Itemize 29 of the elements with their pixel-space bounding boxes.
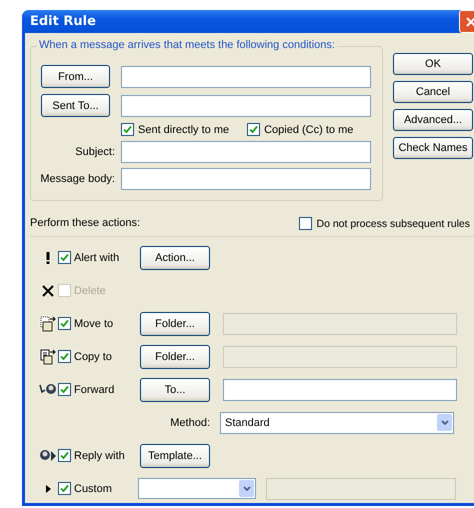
dialog-button[interactable]: Advanced...	[393, 109, 473, 131]
group-legend: When a message arrives that meets the following conditions:	[37, 39, 337, 51]
checkbox-label: Copied (Cc) to me	[264, 124, 354, 136]
dropdown-value: Standard	[225, 416, 270, 428]
action-label: Custom	[74, 482, 113, 494]
checkbox-label: Do not process subsequent rules	[316, 218, 470, 230]
action-label: Delete	[74, 284, 107, 296]
field-label: Subject:	[74, 146, 115, 158]
action-label: Forward	[74, 384, 116, 396]
checkbox-label: Sent directly to me	[138, 124, 230, 136]
action-label: Reply with	[74, 450, 126, 462]
dialog-button[interactable]: Cancel	[393, 81, 473, 103]
dialog-button[interactable]: Check Names	[393, 137, 473, 159]
action-label: Alert with	[74, 252, 120, 264]
action-button[interactable]: Action...	[140, 246, 210, 270]
action-button[interactable]: Folder...	[140, 344, 210, 368]
method-dropdown[interactable]: Standard	[220, 412, 454, 434]
window-title: Edit Rule	[30, 14, 96, 29]
action-button[interactable]: To...	[140, 378, 210, 402]
action-label: Copy to	[74, 350, 113, 362]
action-button[interactable]: Template...	[140, 444, 210, 468]
address-button[interactable]: From...	[41, 65, 110, 88]
address-button[interactable]: Sent To...	[41, 94, 110, 117]
field-label: Message body:	[39, 173, 115, 185]
section-label: Perform these actions:	[30, 217, 140, 230]
action-label: Move to	[74, 318, 114, 330]
field-label: Method:	[169, 416, 210, 428]
dialog-button[interactable]: OK	[393, 53, 473, 75]
action-button[interactable]: Folder...	[140, 312, 210, 336]
